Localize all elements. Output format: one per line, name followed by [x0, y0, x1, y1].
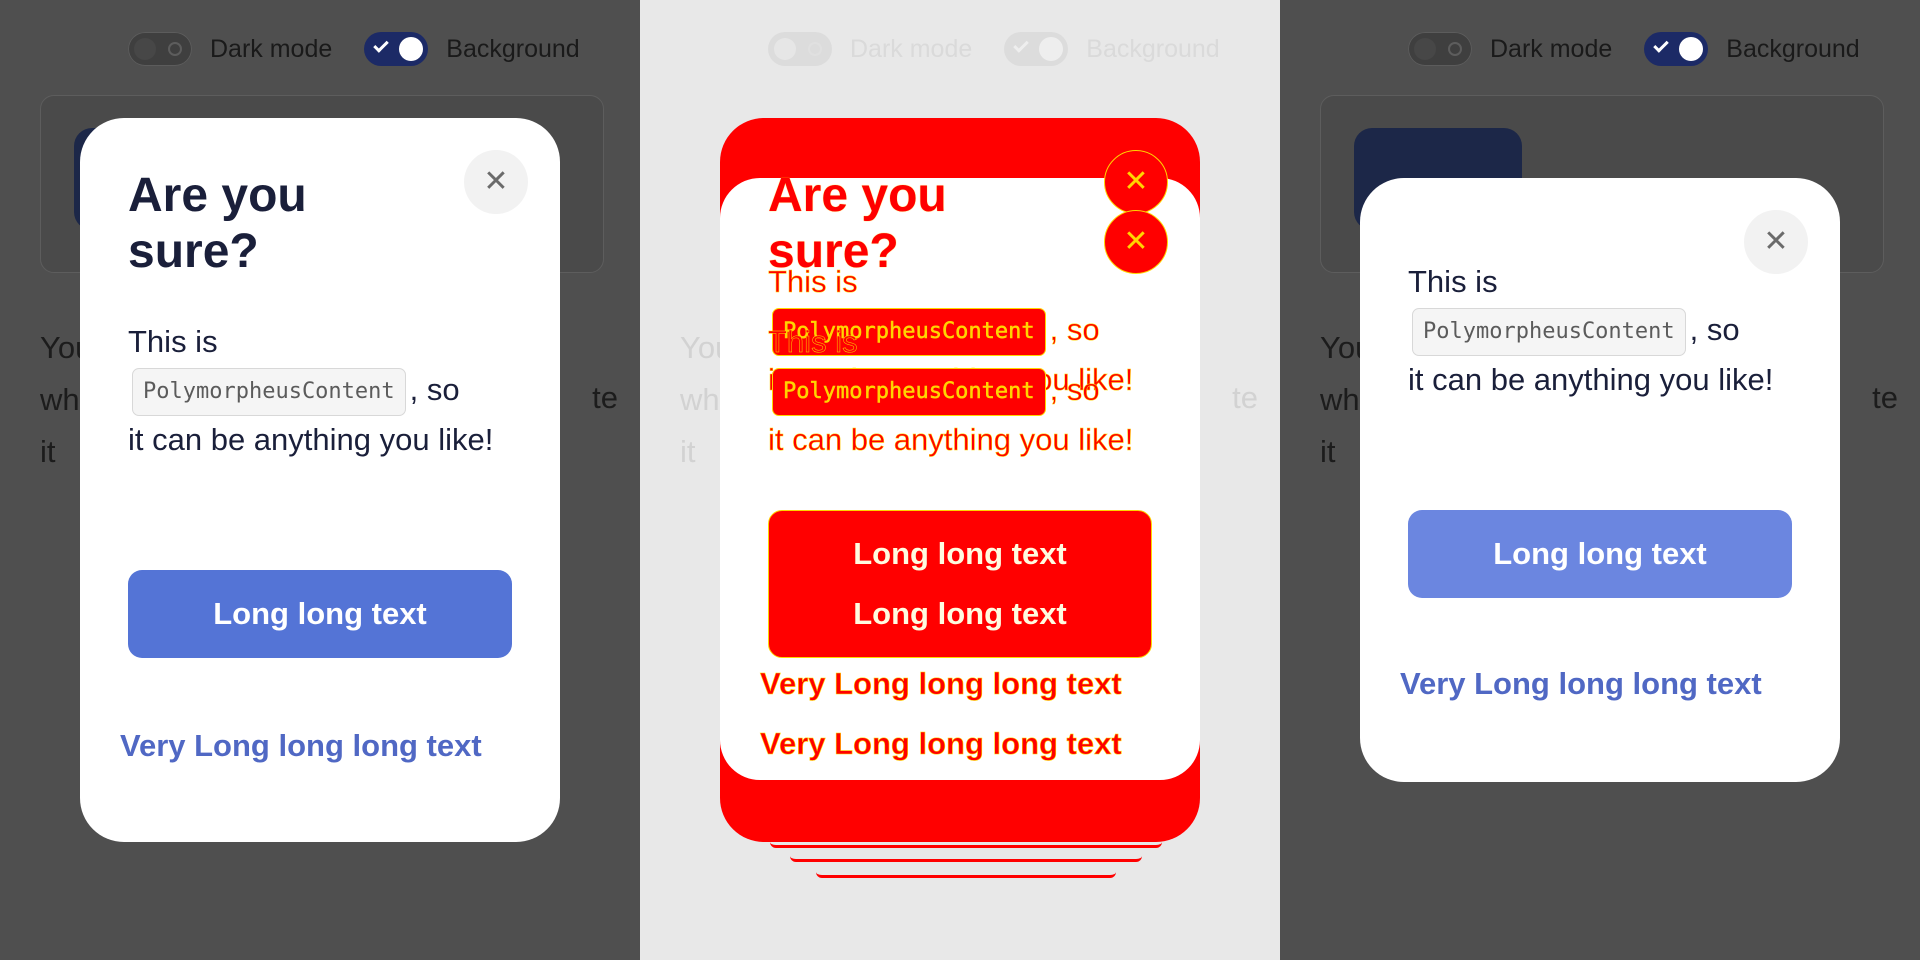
secondary-button[interactable]: Very Long long long text: [1400, 666, 1762, 702]
dialog-body-ghost: This is PolymorpheusContent, so it can b…: [768, 318, 1148, 464]
dialog-body: This is PolymorpheusContent, so it can b…: [1408, 258, 1788, 404]
shadow-line: [790, 856, 1142, 862]
check-icon: [1013, 37, 1030, 53]
code-chip: PolymorpheusContent: [132, 367, 406, 416]
body-text-start: This is: [768, 264, 858, 300]
secondary-button-ghost: Very Long long long text: [760, 726, 1122, 762]
background-label: Background: [446, 34, 580, 63]
primary-label-ghost: Long long text: [853, 596, 1067, 631]
body-text-end: it can be anything you like!: [1408, 361, 1774, 397]
demo-text-fragment: te: [1232, 380, 1258, 415]
check-icon: [373, 37, 390, 53]
body-text-so: , so: [1049, 372, 1100, 408]
left-preview-panel: Dark mode Background You wh it te ✕ Are yo…: [0, 0, 640, 960]
shadow-line: [816, 872, 1116, 878]
code-chip: PolymorpheusContent: [1412, 307, 1686, 356]
confirm-dialog-diff: ✕ ✕ Are you sure? This is PolymorpheusCon…: [720, 118, 1200, 842]
toolbar: Dark mode Background: [128, 32, 594, 66]
close-button[interactable]: ✕: [1104, 150, 1168, 214]
dark-mode-toggle[interactable]: [768, 32, 832, 66]
dark-mode-toggle[interactable]: [1408, 32, 1472, 66]
body-text-so: , so: [409, 372, 460, 407]
body-text-start: This is: [128, 324, 218, 359]
dark-mode-label: Dark mode: [1490, 34, 1613, 63]
code-chip: PolymorpheusContent: [772, 367, 1046, 416]
close-icon: ✕: [483, 164, 509, 199]
background-toggle[interactable]: [1004, 32, 1069, 66]
toolbar: Dark mode Background: [1408, 32, 1874, 66]
body-text-start: This is: [768, 324, 858, 360]
body-text-start: This is: [1408, 264, 1498, 299]
secondary-button[interactable]: Very Long long long text: [120, 728, 482, 764]
dark-mode-label: Dark mode: [850, 34, 973, 63]
dialog-title: Are you sure?: [128, 169, 307, 278]
close-button[interactable]: ✕: [464, 150, 528, 214]
demo-text-fragment: te: [592, 380, 618, 415]
right-preview-panel: Dark mode Background You wh it te ✕ This i…: [1280, 0, 1920, 960]
dark-mode-toggle[interactable]: [128, 32, 192, 66]
confirm-dialog: ✕ Are you sure? This is PolymorpheusConte…: [80, 118, 560, 842]
close-icon: ✕: [1123, 164, 1149, 199]
primary-label: Long long text: [853, 536, 1067, 571]
background-toggle[interactable]: [364, 32, 429, 66]
confirm-dialog: ✕ This is PolymorpheusContent, so it can…: [1360, 178, 1840, 782]
close-icon: ✕: [1123, 224, 1149, 259]
check-icon: [1653, 37, 1670, 53]
primary-button[interactable]: Long long text: [1408, 510, 1792, 598]
secondary-button[interactable]: Very Long long long text: [760, 666, 1122, 702]
dark-mode-label: Dark mode: [210, 34, 333, 63]
close-icon: ✕: [1763, 224, 1789, 259]
demo-text-fragment: te: [1872, 380, 1898, 415]
body-text-end: it can be anything you like!: [128, 421, 494, 457]
background-toggle[interactable]: [1644, 32, 1709, 66]
toolbar: Dark mode Background: [768, 32, 1234, 66]
dialog-body: This is PolymorpheusContent, so it can b…: [128, 318, 508, 464]
body-text-so: , so: [1689, 312, 1740, 347]
diff-preview-panel: Dark mode Background You wh it te ✕ ✕ Are …: [640, 0, 1280, 960]
primary-button[interactable]: Long long text: [128, 570, 512, 658]
background-label: Background: [1726, 34, 1860, 63]
shadow-line: [770, 842, 1162, 848]
body-text-end: it can be anything you like!: [768, 421, 1134, 458]
primary-button[interactable]: Long long text Long long text: [768, 510, 1152, 658]
background-label: Background: [1086, 34, 1220, 63]
